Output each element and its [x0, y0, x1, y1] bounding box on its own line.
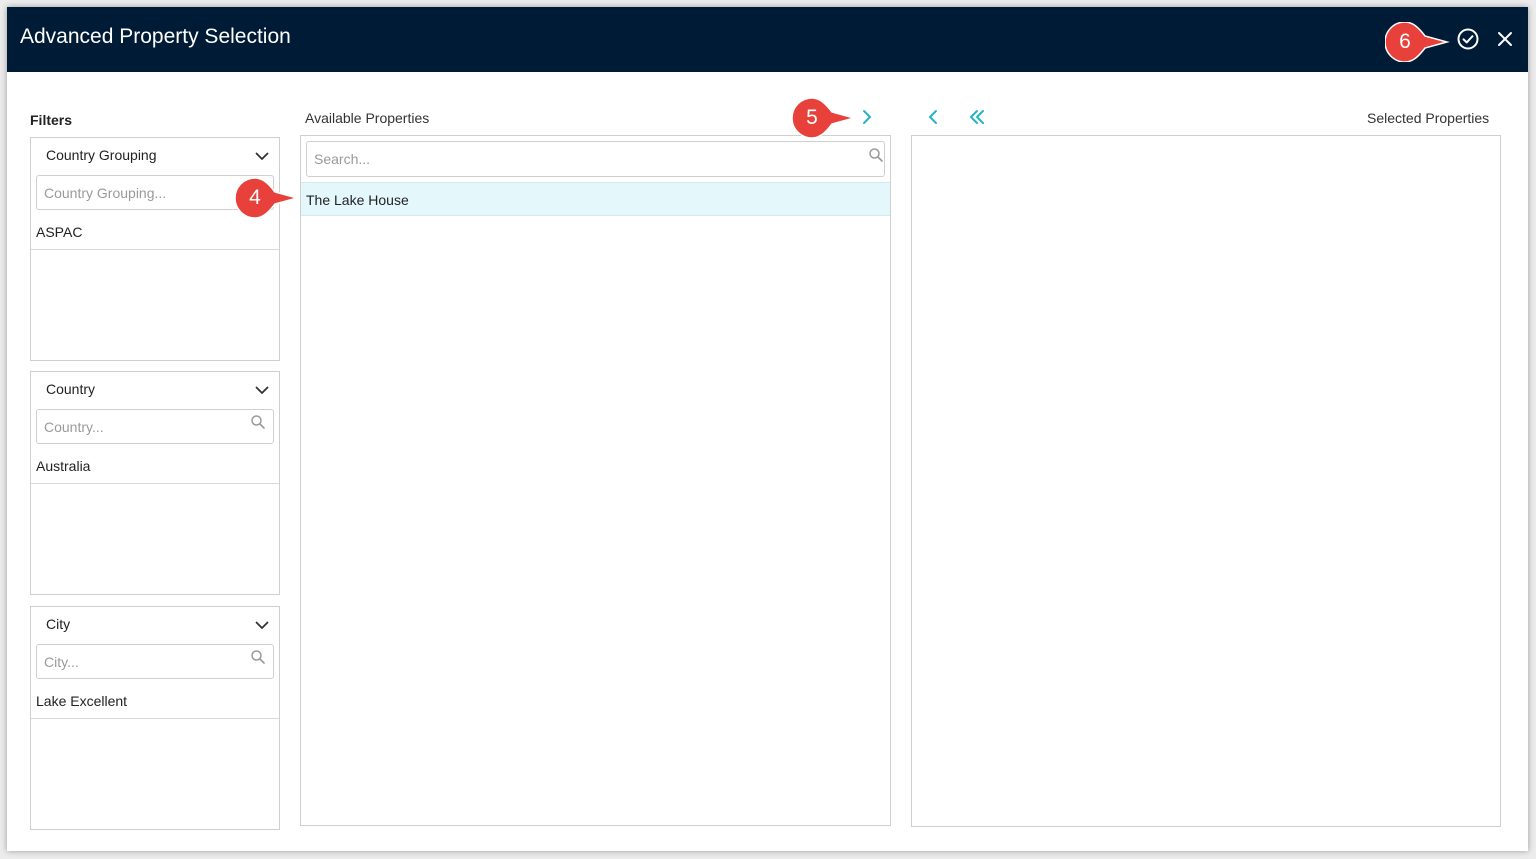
available-properties-list: The Lake House [300, 135, 891, 826]
list-item[interactable]: The Lake House [301, 182, 890, 216]
filter-country-grouping-header[interactable]: Country Grouping [31, 138, 279, 172]
search-icon [251, 650, 265, 664]
chevron-down-icon[interactable] [254, 382, 270, 398]
available-search-input[interactable] [306, 141, 885, 177]
available-properties-label: Available Properties [305, 110, 430, 126]
filter-option-australia[interactable]: Australia [36, 458, 90, 474]
country-search-input[interactable] [36, 409, 274, 444]
check-circle-icon[interactable] [1456, 27, 1480, 51]
filter-country-title: Country [46, 381, 96, 397]
advanced-property-selection-dialog: Advanced Property Selection Filters Coun… [7, 7, 1528, 851]
dialog-title: Advanced Property Selection [20, 25, 291, 48]
city-search-input[interactable] [36, 644, 274, 679]
filter-option-lake-excellent[interactable]: Lake Excellent [36, 693, 127, 709]
divider [31, 483, 279, 484]
callout-number: 5 [806, 106, 818, 129]
chevron-down-icon[interactable] [254, 148, 270, 164]
callout-number: 6 [1399, 30, 1411, 53]
filter-city: City Lake Excellent [30, 606, 280, 830]
filter-country-grouping-title: Country Grouping [46, 147, 157, 163]
search-icon [869, 148, 883, 162]
chevron-down-icon[interactable] [254, 617, 270, 633]
list-item-label: The Lake House [306, 192, 409, 208]
filter-country-header[interactable]: Country [31, 372, 279, 406]
filter-country: Country Australia [30, 371, 280, 595]
callout-5: 5 [792, 98, 857, 138]
chevron-left-icon[interactable] [923, 107, 943, 127]
filter-option-aspac[interactable]: ASPAC [36, 224, 82, 240]
close-icon[interactable] [1494, 28, 1516, 50]
callout-number: 4 [249, 186, 261, 209]
chevron-right-icon[interactable] [857, 107, 877, 127]
divider [31, 718, 279, 719]
callout-6: 6 [1385, 22, 1450, 62]
dialog-titlebar: Advanced Property Selection [7, 7, 1528, 72]
filter-country-grouping: Country Grouping ASPAC [30, 137, 280, 361]
filter-city-header[interactable]: City [31, 607, 279, 641]
selected-properties-label: Selected Properties [1367, 110, 1490, 126]
selected-properties-list [911, 135, 1501, 827]
double-chevron-left-icon[interactable] [967, 107, 987, 127]
search-icon [251, 415, 265, 429]
filter-city-title: City [46, 616, 71, 632]
callout-4: 4 [235, 178, 300, 218]
divider [31, 249, 279, 250]
filters-label: Filters [30, 112, 73, 128]
